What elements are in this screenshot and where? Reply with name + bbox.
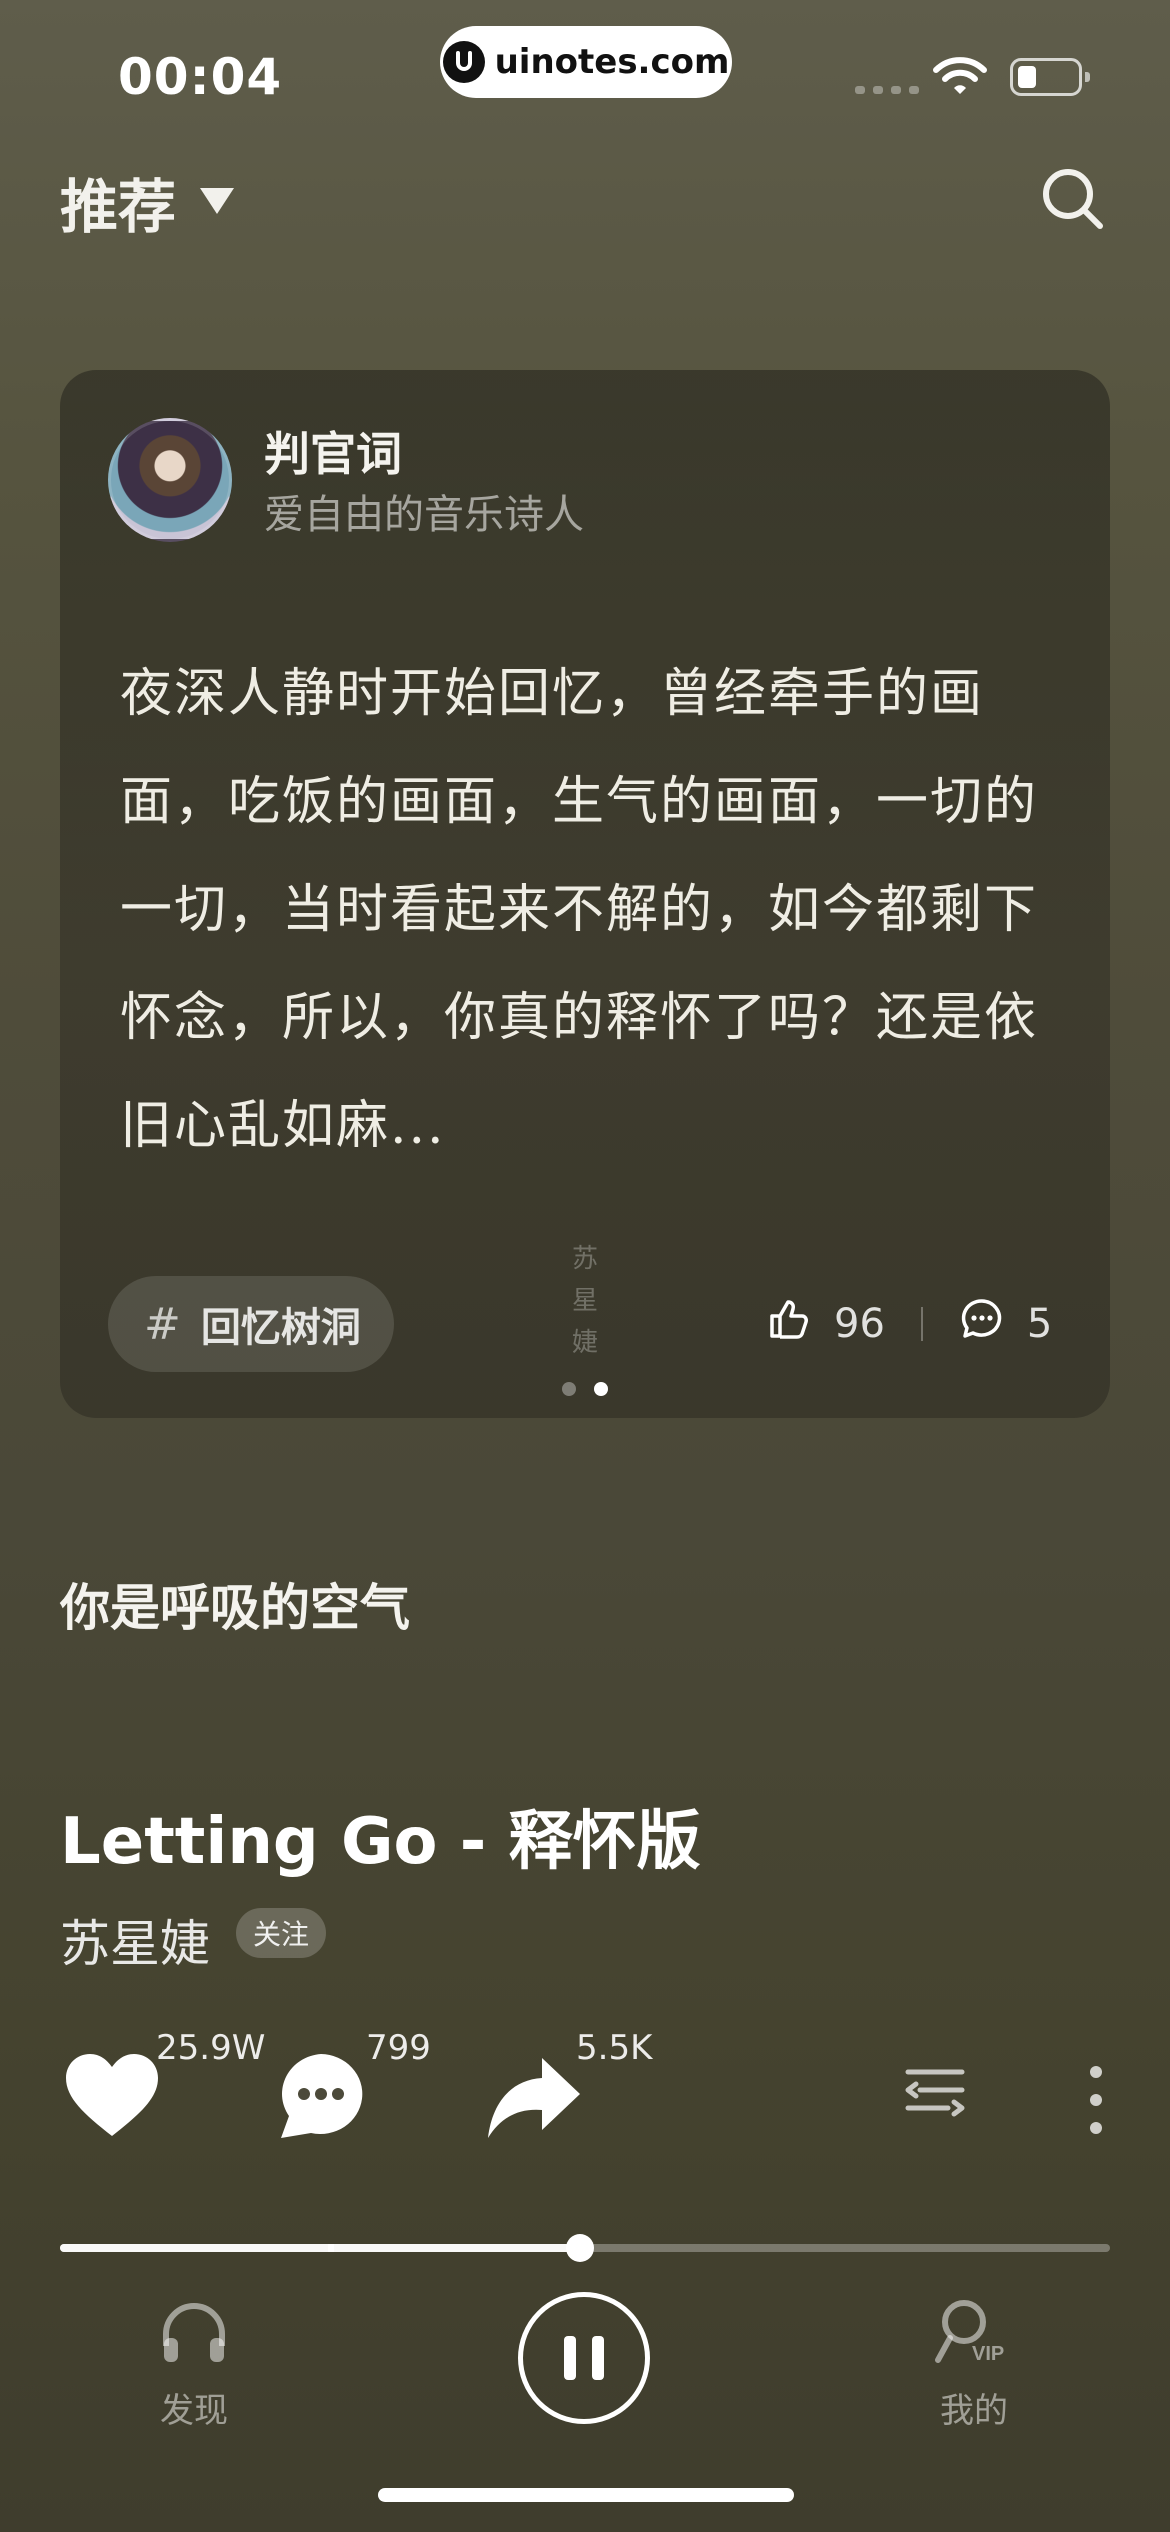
site-logo-icon xyxy=(442,41,485,83)
comment-count: 5 xyxy=(1026,1301,1053,1347)
more-options-icon[interactable] xyxy=(1090,2066,1102,2134)
buffer-marker xyxy=(327,2244,334,2252)
page-dot-active xyxy=(594,1382,608,1396)
card-page-indicator xyxy=(562,1382,608,1396)
search-icon[interactable] xyxy=(1040,166,1106,236)
author-subtitle: 爱自由的音乐诗人 xyxy=(264,492,584,538)
pause-icon-bar xyxy=(592,2336,604,2380)
vip-profile-icon: VIP xyxy=(934,2298,1014,2373)
pause-icon-bar xyxy=(564,2336,576,2380)
song-title[interactable]: Letting Go - 释怀版 xyxy=(60,1790,701,1882)
lyric-line: 你是呼吸的空气 xyxy=(60,1579,410,1637)
svg-text:VIP: VIP xyxy=(972,2343,1004,2364)
headphones-icon xyxy=(160,2302,228,2373)
status-time: 00:04 xyxy=(118,48,283,106)
card-watermark: 苏 星 婕 xyxy=(571,1244,598,1358)
divider xyxy=(920,1307,923,1341)
share-count: 5.5K xyxy=(576,2028,653,2068)
post-text: 夜深人静时开始回忆，曾经牵手的画面，吃饭的画面，生气的画面，一切的一切，当时看起… xyxy=(120,664,1039,1156)
nav-mine[interactable]: VIP 我的 xyxy=(904,2298,1044,2432)
progress-fill xyxy=(60,2244,580,2252)
nav-discover[interactable]: 发现 xyxy=(124,2302,264,2432)
site-badge: uinotes.com xyxy=(440,26,732,98)
home-indicator[interactable] xyxy=(378,2488,794,2502)
like-count: 96 xyxy=(834,1301,885,1347)
artist-name[interactable]: 苏星婕 xyxy=(60,1904,210,1976)
nav-mine-label: 我的 xyxy=(940,2391,1008,2431)
hashtag-icon: # xyxy=(144,1298,181,1350)
playlist-icon[interactable] xyxy=(904,2066,966,2130)
topic-chip[interactable]: # 回忆树洞 xyxy=(108,1276,394,1372)
favorite-count: 25.9W xyxy=(156,2028,266,2068)
post-reactions: 96 5 xyxy=(766,1296,1052,1352)
progress-knob[interactable] xyxy=(565,2234,594,2262)
author-avatar[interactable] xyxy=(108,418,232,542)
page-dot xyxy=(562,1382,576,1396)
site-badge-label: uinotes.com xyxy=(494,42,730,82)
comment-count-song: 799 xyxy=(366,2028,431,2068)
share-icon[interactable] xyxy=(484,2056,582,2144)
recommend-tab[interactable]: 推荐 xyxy=(60,160,176,244)
cellular-signal-icon xyxy=(855,86,919,94)
wifi-icon xyxy=(932,56,988,102)
pause-button[interactable] xyxy=(518,2292,650,2424)
topic-label: 回忆树洞 xyxy=(200,1305,361,1351)
comment-icon[interactable] xyxy=(276,2052,366,2144)
battery-icon xyxy=(1010,58,1090,96)
heart-icon[interactable] xyxy=(64,2052,160,2142)
follow-button[interactable]: 关注 xyxy=(236,1908,326,1958)
thumbs-up-icon[interactable] xyxy=(766,1296,812,1352)
author-name[interactable]: 判官词 xyxy=(264,418,402,484)
dropdown-caret-icon[interactable] xyxy=(200,188,234,214)
comment-bubble-icon[interactable] xyxy=(959,1296,1005,1352)
playback-progress-bar[interactable] xyxy=(60,2234,1110,2262)
nav-discover-label: 发现 xyxy=(160,2391,228,2431)
